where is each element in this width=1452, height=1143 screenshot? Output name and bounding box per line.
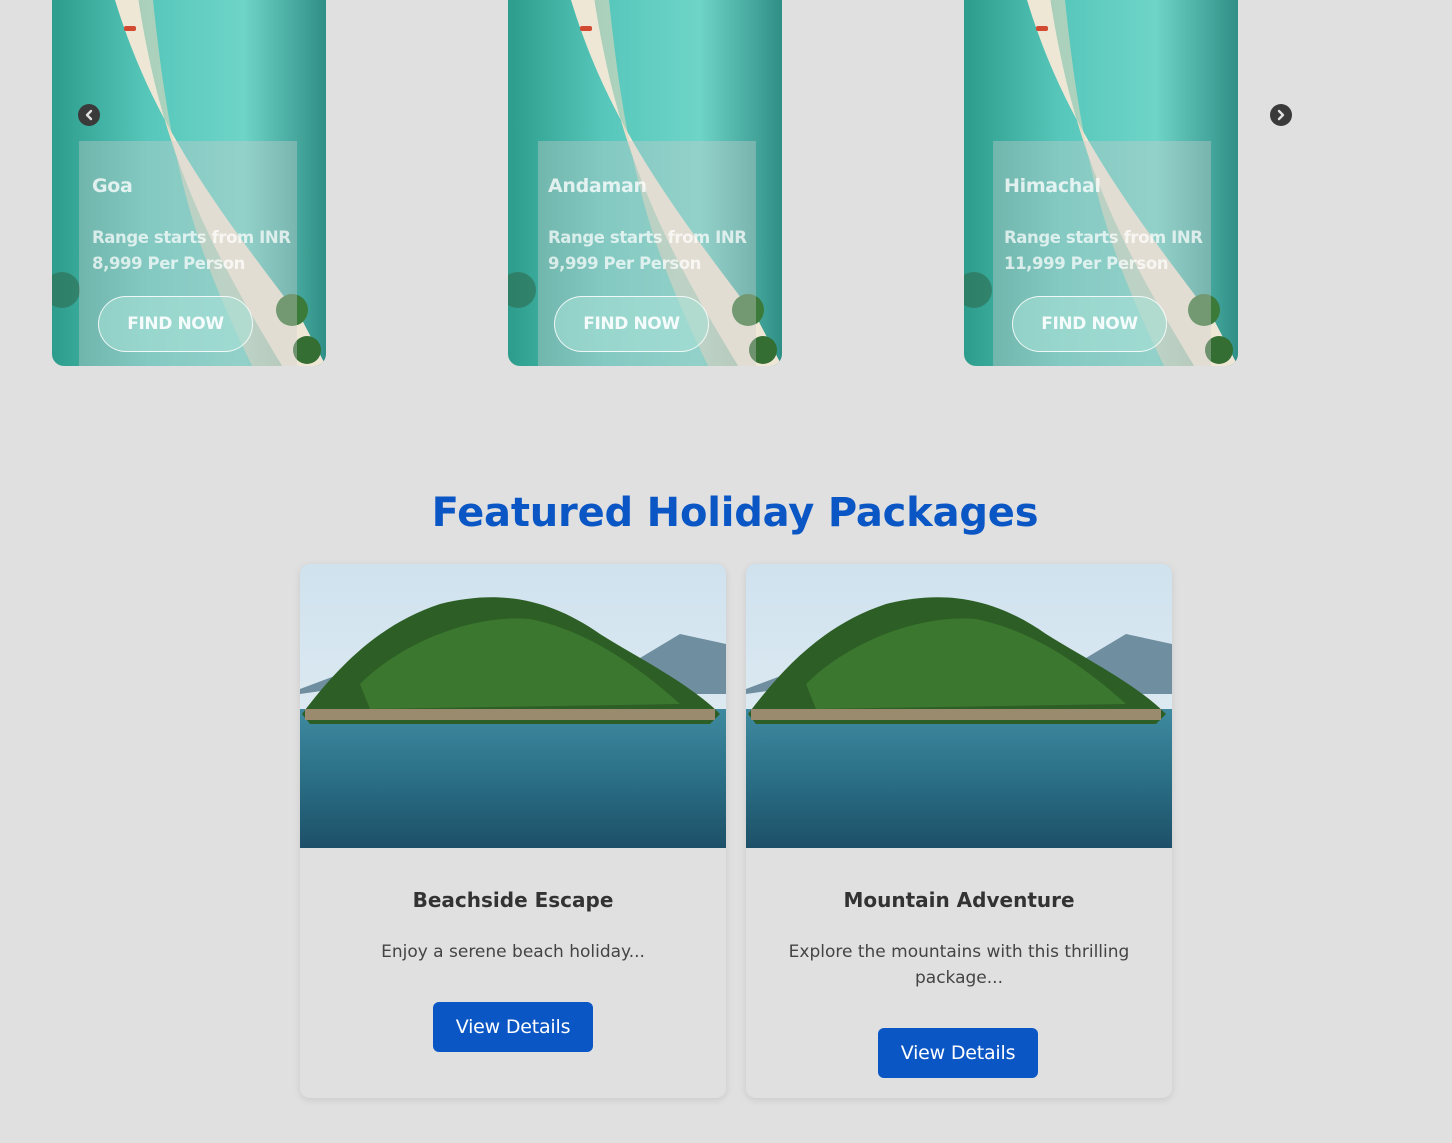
package-card bbox=[746, 564, 1172, 1098]
view-details-button[interactable]: View Details bbox=[878, 1028, 1038, 1078]
slide-price: Range starts from INR 8,999 Per Person bbox=[92, 228, 291, 273]
slide-title: Andaman bbox=[548, 175, 647, 197]
carousel-next-button[interactable] bbox=[1270, 104, 1292, 126]
package-title: Beachside Escape bbox=[412, 888, 614, 912]
featured-heading: Featured Holiday Packages bbox=[431, 490, 1039, 536]
carousel-slide-goa: Goa Range starts from INR 8,999 Per Pers… bbox=[52, 0, 326, 366]
find-now-button[interactable]: FIND NOW bbox=[554, 296, 709, 352]
island-image bbox=[300, 564, 726, 848]
carousel-slide-himachal: Himachal Range starts from INR 11,999 Pe… bbox=[964, 0, 1238, 366]
view-details-button[interactable]: View Details bbox=[433, 1002, 593, 1052]
find-now-button[interactable]: FIND NOW bbox=[98, 296, 253, 352]
slide-price: Range starts from INR 11,999 Per Person bbox=[1004, 228, 1203, 273]
carousel-prev-button[interactable] bbox=[78, 104, 100, 126]
slide-title: Himachal bbox=[1004, 175, 1101, 197]
chevron-left-icon bbox=[85, 109, 93, 121]
find-now-button[interactable]: FIND NOW bbox=[1012, 296, 1167, 352]
slide-title: Goa bbox=[92, 175, 133, 197]
package-title: Mountain Adventure bbox=[843, 888, 1075, 912]
island-image bbox=[746, 564, 1172, 848]
package-description: Enjoy a serene beach holiday... bbox=[381, 942, 645, 962]
slide-price: Range starts from INR 9,999 Per Person bbox=[548, 228, 747, 273]
carousel-slide-andaman: Andaman Range starts from INR 9,999 Per … bbox=[508, 0, 782, 366]
package-description: Explore the mountains with this thrillin… bbox=[788, 942, 1130, 988]
destination-carousel: Goa Range starts from INR 8,999 Per Pers… bbox=[0, 0, 1452, 366]
chevron-right-icon bbox=[1277, 109, 1285, 121]
